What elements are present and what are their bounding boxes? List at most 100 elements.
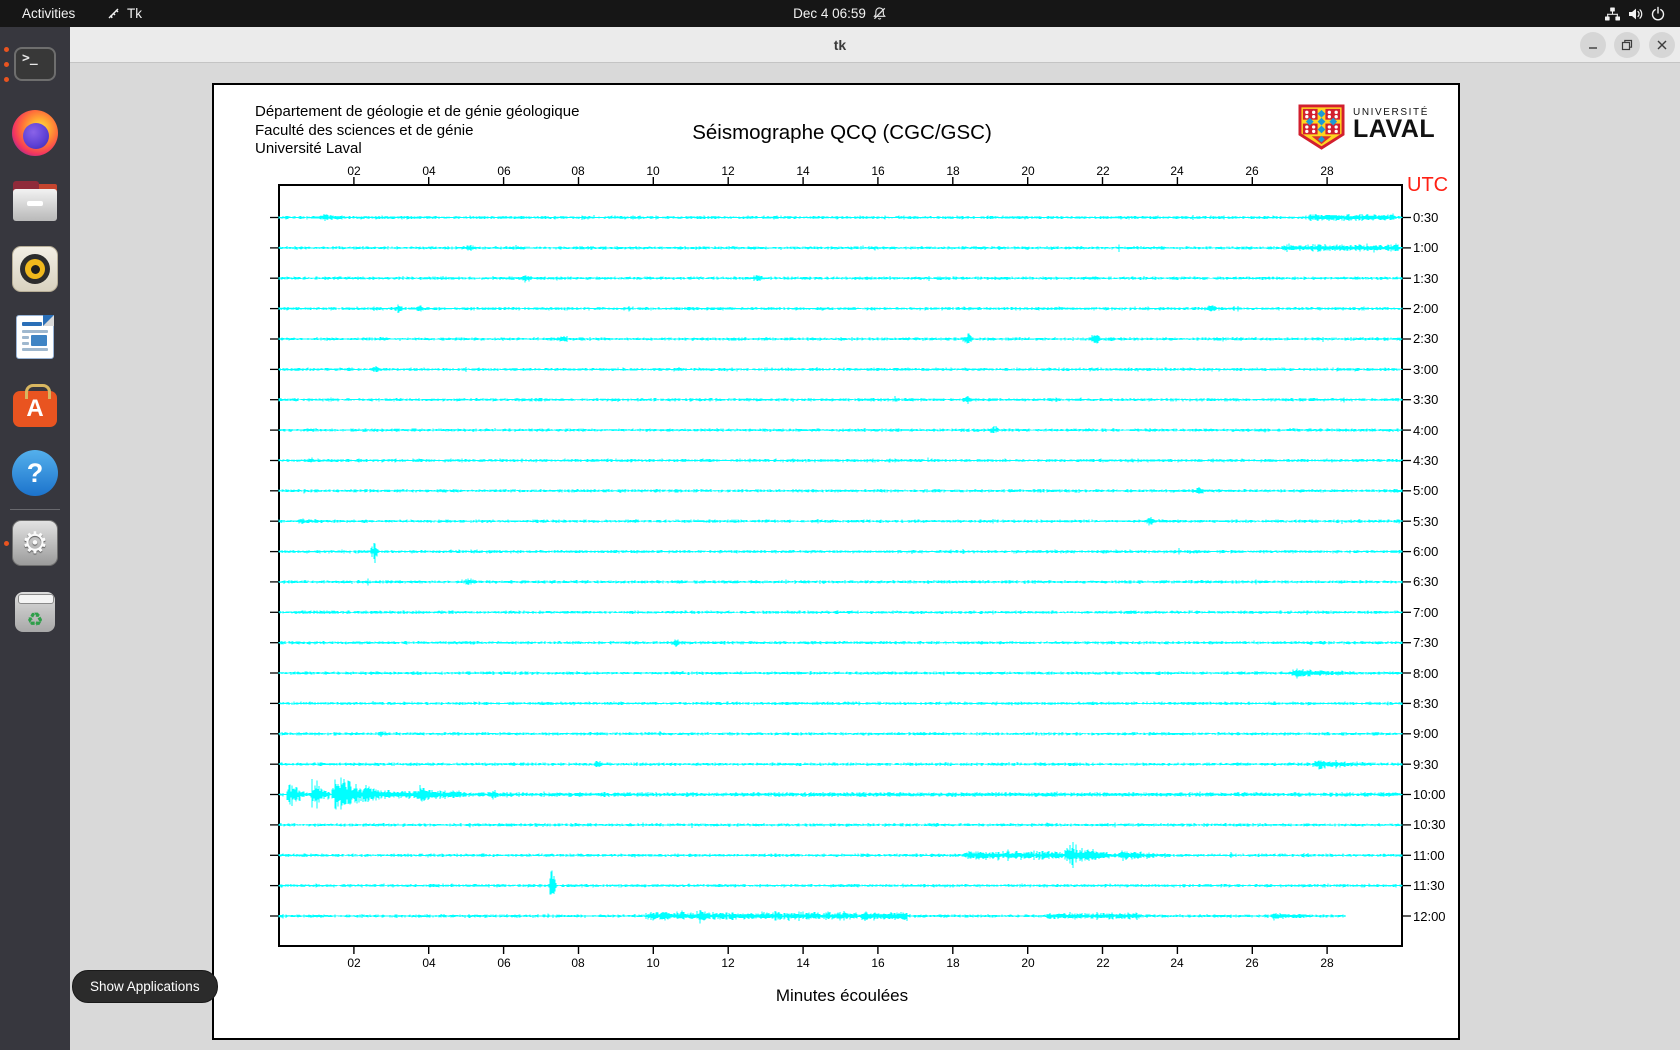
settings-gear-icon: ⚙ [12, 520, 58, 566]
recycle-glyph: ♻ [26, 610, 44, 631]
dock-item-help[interactable]: ? [12, 450, 58, 496]
top-axis-tick-label: 24 [1170, 164, 1184, 178]
close-button[interactable] [1649, 32, 1675, 58]
clock-text: Dec 4 06:59 [793, 6, 866, 21]
seismogram-trace-11:30 [278, 870, 1403, 895]
window-titlebar[interactable]: tk [70, 27, 1680, 63]
dock-item-terminal[interactable]: >_ [12, 41, 58, 87]
utc-row-label: 1:00 [1413, 240, 1439, 255]
dock-item-writer[interactable] [12, 314, 58, 360]
utc-row-label: 5:00 [1413, 483, 1439, 498]
dock-item-firefox[interactable] [12, 110, 58, 156]
top-axis-tick-label: 12 [721, 164, 735, 178]
bottom-axis-tick-label: 10 [646, 956, 660, 970]
top-axis-tick-label: 04 [422, 164, 436, 178]
dock-item-files[interactable] [12, 178, 58, 224]
utc-row-label: 4:30 [1413, 453, 1439, 468]
clock-menu[interactable]: Dec 4 06:59 [793, 0, 887, 27]
tk-window: tk Département de géologie et de génie g… [70, 27, 1680, 1050]
maximize-button[interactable] [1614, 32, 1640, 58]
system-tray[interactable] [1604, 0, 1666, 27]
utc-row-label: 2:00 [1413, 301, 1439, 316]
rhythmbox-icon [12, 246, 58, 292]
dock-item-software[interactable]: A [12, 382, 58, 428]
top-axis-tick-label: 26 [1245, 164, 1259, 178]
top-axis-tick-label: 14 [796, 164, 810, 178]
top-axis-tick-label: 18 [946, 164, 960, 178]
seismograph-canvas: Département de géologie et de génie géol… [212, 83, 1460, 1040]
utc-row-label: 10:30 [1413, 817, 1446, 832]
seismogram-trace-11:00 [278, 841, 1403, 868]
power-icon [1650, 6, 1666, 22]
seismogram-trace-9:30 [278, 760, 1403, 770]
desktop: { "topbar": { "activities_label": "Activ… [0, 0, 1680, 1050]
running-indicator-dot [4, 540, 9, 546]
terminal-icon: >_ [14, 47, 56, 81]
utc-row-label: 6:00 [1413, 544, 1439, 559]
dock-divider [10, 509, 60, 510]
utc-row-label: 2:30 [1413, 331, 1439, 346]
dock-item-rhythmbox[interactable] [12, 246, 58, 292]
libreoffice-writer-icon [16, 315, 54, 359]
seismogram-trace-10:30 [278, 822, 1403, 828]
utc-row-label: 11:30 [1413, 878, 1445, 893]
top-axis-tick-label: 28 [1320, 164, 1334, 178]
notifications-disabled-icon [872, 6, 887, 21]
running-indicator-dot [4, 61, 9, 67]
top-axis-tick-label: 08 [571, 164, 585, 178]
utc-row-label: 12:00 [1413, 909, 1446, 924]
seismogram-trace-1:30 [278, 274, 1403, 283]
bottom-axis-tick-label: 14 [796, 956, 810, 970]
seismogram-trace-1:00 [278, 243, 1403, 253]
show-applications-tooltip: Show Applications [72, 970, 218, 1003]
seismogram-trace-8:00 [278, 668, 1403, 679]
firefox-icon [12, 110, 58, 156]
focused-app-indicator[interactable]: Tk [106, 0, 142, 27]
seismogram-trace-5:30 [278, 516, 1403, 526]
minimize-button[interactable] [1580, 32, 1606, 58]
top-axis-tick-label: 22 [1096, 164, 1110, 178]
seismogram-trace-3:30 [278, 396, 1403, 404]
utc-row-label: 6:30 [1413, 574, 1439, 589]
network-wired-icon [1604, 6, 1621, 22]
seismogram-trace-12:00 [278, 910, 1346, 924]
seismogram-trace-2:00 [278, 304, 1403, 314]
utc-row-label: 3:00 [1413, 362, 1439, 377]
seismogram-trace-5:00 [278, 486, 1403, 494]
seismogram-trace-9:00 [278, 731, 1403, 738]
top-axis-tick-label: 10 [646, 164, 660, 178]
bottom-axis-tick-label: 26 [1245, 956, 1259, 970]
utc-row-label: 7:30 [1413, 635, 1439, 650]
running-indicator-dot [4, 46, 9, 52]
seismogram-trace-7:00 [278, 610, 1403, 615]
top-bar: Activities Tk Dec 4 06:59 [0, 0, 1680, 27]
dock-item-settings[interactable]: ⚙ [12, 520, 58, 566]
bottom-axis-tick-label: 04 [422, 956, 436, 970]
dock-item-trash[interactable]: ♻ [12, 589, 58, 635]
top-axis-tick-label: 16 [871, 164, 885, 178]
utc-row-label: 3:30 [1413, 392, 1439, 407]
files-icon [13, 181, 57, 221]
seismogram-trace-3:00 [278, 366, 1403, 373]
seismogram-trace-0:30 [278, 213, 1403, 222]
bottom-axis-tick-label: 12 [721, 956, 735, 970]
utc-row-label: 9:30 [1413, 757, 1439, 772]
bottom-axis-tick-label: 02 [347, 956, 361, 970]
seismogram-trace-4:30 [278, 457, 1403, 463]
top-axis-tick-label: 06 [497, 164, 511, 178]
dock: >_ A? ⚙ ♻ [0, 27, 70, 1050]
utc-row-label: 11:00 [1413, 848, 1445, 863]
utc-row-label: 1:30 [1413, 271, 1439, 286]
seismogram-plot [270, 177, 1411, 954]
top-axis-tick-label: 20 [1021, 164, 1035, 178]
bottom-axis-tick-label: 06 [497, 956, 511, 970]
top-axis-tick-label: 02 [347, 164, 361, 178]
bottom-axis-tick-label: 24 [1170, 956, 1184, 970]
bottom-axis-tick-label: 22 [1096, 956, 1110, 970]
ubuntu-software-icon: A [13, 384, 57, 427]
activities-button[interactable]: Activities [16, 0, 81, 27]
seismogram-trace-4:00 [278, 425, 1403, 433]
seismogram-trace-8:30 [278, 700, 1403, 706]
utc-row-label: 7:00 [1413, 605, 1439, 620]
utc-row-label: 8:30 [1413, 696, 1439, 711]
